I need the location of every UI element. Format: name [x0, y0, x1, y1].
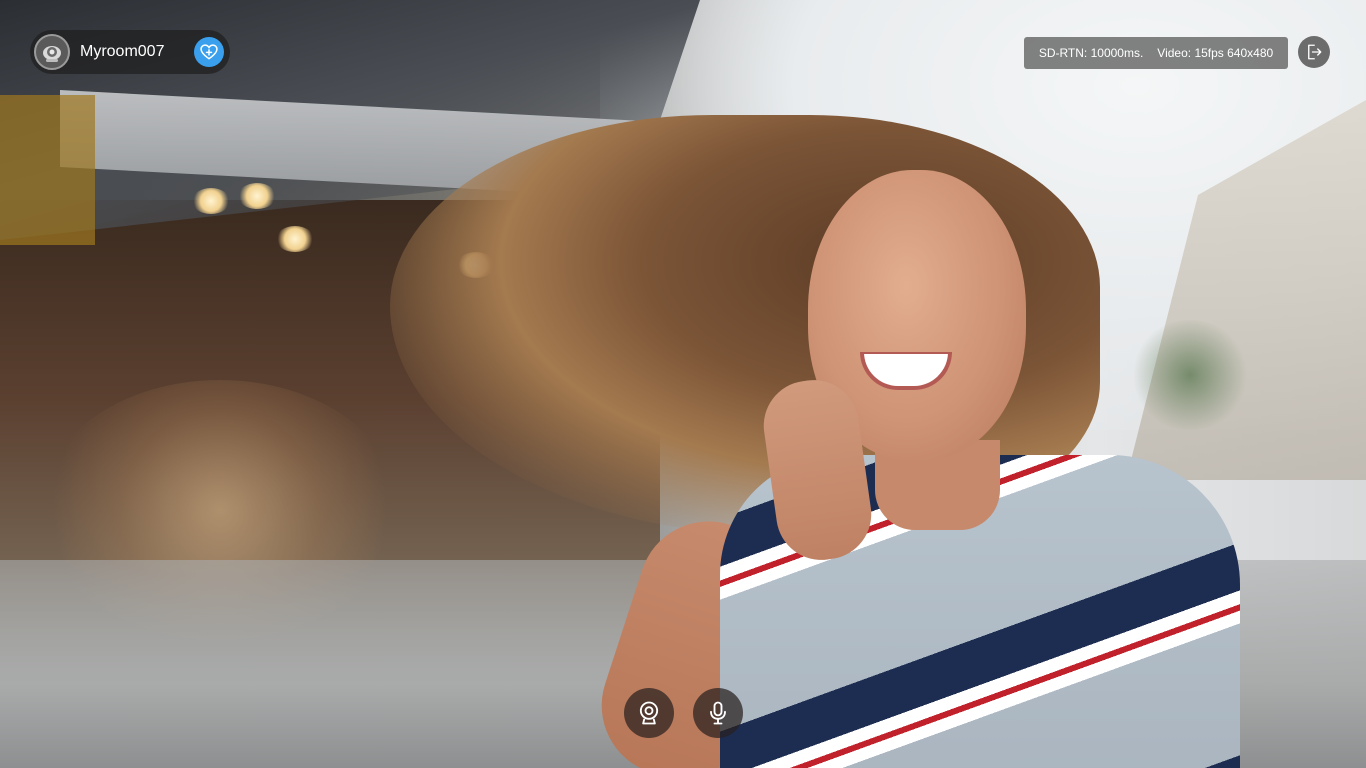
background-tree [1130, 320, 1250, 430]
network-latency: SD-RTN: 10000ms. [1038, 46, 1144, 60]
exit-button[interactable] [1298, 36, 1330, 68]
background-sign [0, 95, 95, 245]
exit-icon [1308, 44, 1322, 60]
stream-stats-bar: SD-RTN: 10000ms. Video: 15fps 640x480 [1024, 37, 1288, 69]
background-light [192, 188, 230, 214]
background-light [238, 183, 276, 209]
room-name: Myroom007 [80, 43, 165, 60]
favorite-button[interactable] [194, 37, 224, 67]
room-info-pill: Myroom007 [30, 30, 230, 74]
remote-video-feed [0, 0, 1366, 768]
webcam-icon [639, 701, 659, 725]
camera-toggle-button[interactable] [624, 688, 674, 738]
camera-avatar-glyph [43, 46, 61, 62]
microphone-icon [710, 701, 726, 725]
heart-plus-icon [200, 44, 218, 60]
microphone-toggle-button[interactable] [693, 688, 743, 738]
background-light [276, 226, 314, 252]
camera-avatar-icon [34, 34, 70, 70]
video-quality: Video: 15fps 640x480 [1157, 46, 1274, 60]
